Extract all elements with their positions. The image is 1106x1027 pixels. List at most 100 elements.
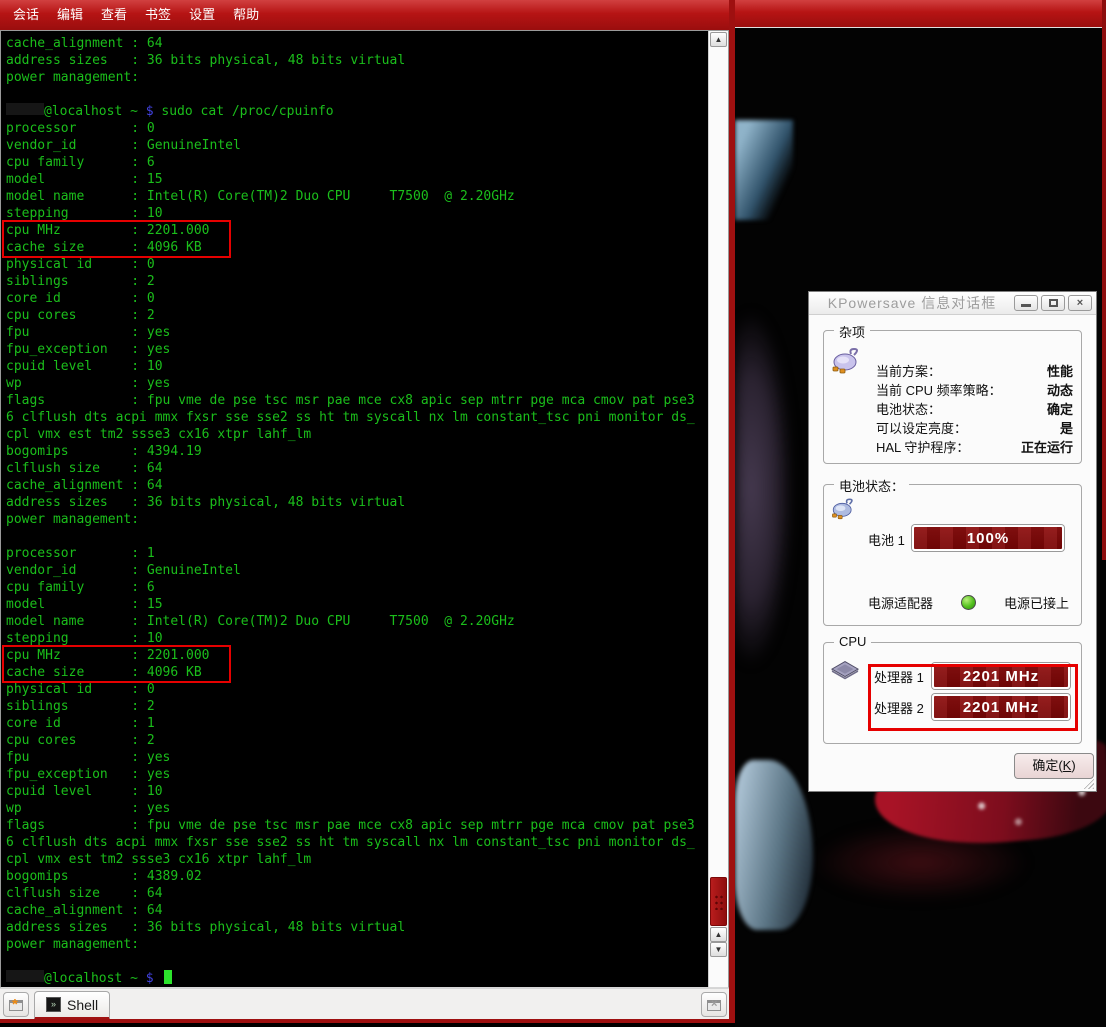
menu-item-1[interactable]: 编辑 xyxy=(48,0,92,30)
menu-item-5[interactable]: 帮助 xyxy=(224,0,268,30)
terminal-line: siblings : 2 xyxy=(6,698,708,715)
terminal-line: processor : 1 xyxy=(6,545,708,562)
terminal-line: model : 15 xyxy=(6,171,708,188)
ok-label-suffix: ) xyxy=(1071,758,1075,773)
terminal-line: 6 clflush dts acpi mmx fxsr sse sse2 ss … xyxy=(6,409,708,426)
detach-window-icon: × xyxy=(707,1000,721,1011)
terminal-line: vendor_id : GenuineIntel xyxy=(6,137,708,154)
terminal-icon: » xyxy=(46,997,61,1012)
scrollbar-thumb[interactable] xyxy=(710,877,727,926)
dialog-titlebar[interactable]: KPowersave 信息对话框 × xyxy=(809,292,1096,315)
menu-item-2[interactable]: 查看 xyxy=(92,0,136,30)
terminal-frame: cache_alignment : 64address sizes : 36 b… xyxy=(0,30,729,988)
terminal-line: address sizes : 36 bits physical, 48 bit… xyxy=(6,919,708,936)
info-value: 确定 xyxy=(1047,399,1073,418)
terminal-line xyxy=(6,528,708,545)
terminal-line: @localhost ~ $ xyxy=(6,970,708,987)
terminal-line: fpu : yes xyxy=(6,324,708,341)
video-titlebar[interactable] xyxy=(735,0,1106,28)
minimize-icon xyxy=(1021,304,1031,307)
new-session-star-icon: * xyxy=(12,1000,18,1010)
annotation-box-terminal-1 xyxy=(2,220,231,258)
desktop: 会话编辑查看书签设置帮助 cache_alignment : 64address… xyxy=(0,0,1106,1027)
battery-row: 电池 1 100% xyxy=(824,525,1081,551)
battery-plug-icon xyxy=(830,497,856,521)
terminal-line: clflush size : 64 xyxy=(6,885,708,902)
ok-button[interactable]: 确定(K) xyxy=(1014,753,1094,779)
prompt-host: @localhost ~ xyxy=(44,971,146,986)
cpu-chip-icon xyxy=(830,659,860,681)
annotation-box-cpu xyxy=(868,664,1078,731)
maximize-icon xyxy=(1049,299,1058,307)
scroll-down-icon[interactable]: ▼ xyxy=(710,942,727,957)
menu-item-3[interactable]: 书签 xyxy=(136,0,180,30)
maximize-button[interactable] xyxy=(1041,295,1065,311)
info-row: HAL 守护程序： 正在运行 xyxy=(876,437,1073,456)
terminal-line: physical id : 0 xyxy=(6,681,708,698)
terminal-line: model name : Intel(R) Core(TM)2 Duo CPU … xyxy=(6,188,708,205)
terminal-line: model : 15 xyxy=(6,596,708,613)
ok-label-prefix: 确定( xyxy=(1032,758,1062,773)
terminal-line: address sizes : 36 bits physical, 48 bit… xyxy=(6,52,708,69)
info-label: 当前 CPU 频率策略： xyxy=(876,380,1002,399)
minimize-button[interactable] xyxy=(1014,295,1038,311)
terminal-line: cpu family : 6 xyxy=(6,579,708,596)
adapter-status: 电源已接上 xyxy=(1004,593,1069,612)
menu-bar: 会话编辑查看书签设置帮助 xyxy=(0,0,729,30)
ac-plug-icon xyxy=(830,347,862,375)
terminal-scrollbar[interactable]: ▲ ▲ ▼ xyxy=(708,31,728,987)
terminal-line: clflush size : 64 xyxy=(6,460,708,477)
battery-progressbar: 100% xyxy=(912,525,1064,551)
detach-session-button[interactable]: × xyxy=(701,992,727,1017)
terminal-line: cache_alignment : 64 xyxy=(6,35,708,52)
terminal-line: power management: xyxy=(6,511,708,528)
tab-shell[interactable]: » Shell xyxy=(34,991,110,1020)
terminal-line: wp : yes xyxy=(6,375,708,392)
redacted-username xyxy=(6,103,44,115)
info-label: 可以设定亮度： xyxy=(876,418,967,437)
konsole-window: 会话编辑查看书签设置帮助 cache_alignment : 64address… xyxy=(0,0,735,1023)
close-button[interactable]: × xyxy=(1068,295,1092,311)
misc-group-title: 杂项 xyxy=(834,322,870,341)
menu-item-0[interactable]: 会话 xyxy=(4,0,48,30)
battery-group: 电池状态： 电池 1 100% 电源适配器 电源已接上 xyxy=(823,484,1082,626)
terminal-line: vendor_id : GenuineIntel xyxy=(6,562,708,579)
info-value: 正在运行 xyxy=(1021,437,1073,456)
terminal-cursor xyxy=(164,970,172,984)
info-value: 动态 xyxy=(1047,380,1073,399)
terminal-line: processor : 0 xyxy=(6,120,708,137)
menu-item-4[interactable]: 设置 xyxy=(180,0,224,30)
video-frame-highlight xyxy=(735,120,793,220)
terminal-line: core id : 0 xyxy=(6,290,708,307)
new-window-icon: * xyxy=(9,1000,23,1011)
terminal-line: bogomips : 4394.19 xyxy=(6,443,708,460)
terminal-output[interactable]: cache_alignment : 64address sizes : 36 b… xyxy=(1,31,708,987)
info-value: 性能 xyxy=(1047,361,1073,380)
info-row: 电池状态： 确定 xyxy=(876,399,1073,418)
prompt-symbol: $ xyxy=(146,104,154,119)
kpowersave-dialog: KPowersave 信息对话框 × 杂项 当前方案：性能当前 CPU 频率策略… xyxy=(808,291,1097,792)
scroll-up-icon[interactable]: ▲ xyxy=(710,32,727,47)
terminal-line: siblings : 2 xyxy=(6,273,708,290)
misc-group: 杂项 当前方案：性能当前 CPU 频率策略：动态电池状态：确定可以设定亮度：是H… xyxy=(823,330,1082,464)
scroll-up-icon-bottom[interactable]: ▲ xyxy=(710,927,727,942)
terminal-line: cpuid level : 10 xyxy=(6,783,708,800)
adapter-label: 电源适配器 xyxy=(868,593,933,612)
battery-group-title: 电池状态： xyxy=(834,476,909,495)
terminal-line: power management: xyxy=(6,69,708,86)
terminal-line: cpu cores : 2 xyxy=(6,732,708,749)
battery-label: 电池 1 xyxy=(868,530,905,549)
terminal-line: cpl vmx est tm2 ssse3 cx16 xtpr lahf_lm xyxy=(6,851,708,868)
info-label: 电池状态： xyxy=(876,399,941,418)
new-session-button[interactable]: * xyxy=(3,992,29,1017)
terminal-line: @localhost ~ $ sudo cat /proc/cpuinfo xyxy=(6,103,708,120)
terminal-line xyxy=(6,86,708,103)
detach-x-icon: × xyxy=(711,999,717,1009)
annotation-box-terminal-2 xyxy=(2,645,231,683)
terminal-line: fpu : yes xyxy=(6,749,708,766)
terminal-line: fpu_exception : yes xyxy=(6,766,708,783)
prompt-symbol: $ xyxy=(146,971,154,986)
terminal-line: cache_alignment : 64 xyxy=(6,902,708,919)
terminal-line: cpuid level : 10 xyxy=(6,358,708,375)
info-label: HAL 守护程序： xyxy=(876,437,969,456)
